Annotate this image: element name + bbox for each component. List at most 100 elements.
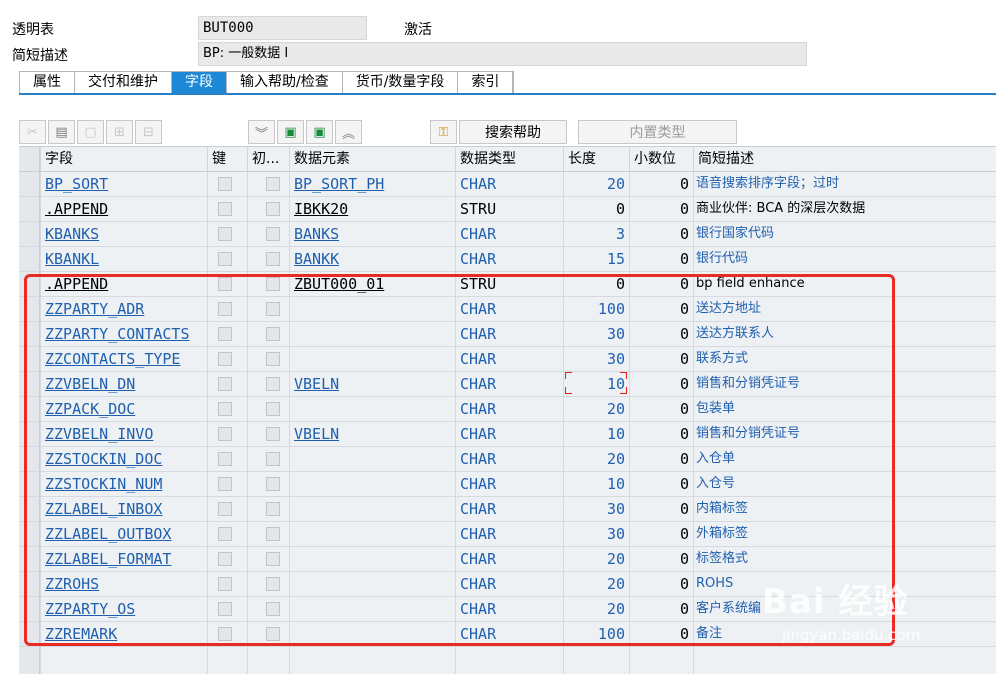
column-header-6[interactable]: 小数位 (629, 147, 693, 171)
data-element-link[interactable]: VBELN (289, 372, 455, 396)
key-checkbox[interactable] (218, 502, 232, 516)
decimals-cell[interactable]: 0 (629, 397, 693, 421)
table-row[interactable]: ZZSTOCKIN_DOC CHAR 20 0 入仓单 (19, 447, 996, 472)
data-type-cell[interactable]: CHAR (455, 597, 563, 621)
field-name-link[interactable]: KBANKL (40, 247, 207, 271)
data-type-cell[interactable]: CHAR (455, 397, 563, 421)
tab-2[interactable]: 字段 (172, 72, 227, 93)
field-name-link[interactable]: ZZPARTY_ADR (40, 297, 207, 321)
decimals-cell[interactable]: 0 (629, 172, 693, 196)
column-header-4[interactable]: 数据类型 (455, 147, 563, 171)
initial-values-checkbox[interactable] (266, 577, 280, 591)
row-selector[interactable] (19, 472, 40, 496)
initial-values-checkbox[interactable] (266, 552, 280, 566)
tab-0[interactable]: 属性 (20, 72, 75, 93)
field-name-link[interactable]: ZZLABEL_INBOX (40, 497, 207, 521)
table-name-field[interactable]: BUT000 (198, 16, 367, 40)
data-type-cell[interactable]: CHAR (455, 322, 563, 346)
data-element-link[interactable] (289, 497, 455, 521)
insert-row-icon[interactable]: ⊞ (106, 120, 133, 144)
key-checkbox[interactable] (218, 377, 232, 391)
length-cell[interactable]: 100 (563, 622, 629, 646)
move-up-icon[interactable]: ︽ (335, 120, 362, 144)
field-name-link[interactable]: ZZVBELN_DN (40, 372, 207, 396)
decimals-cell[interactable]: 0 (629, 622, 693, 646)
decimals-cell[interactable]: 0 (629, 372, 693, 396)
field-name-link[interactable]: ZZLABEL_FORMAT (40, 547, 207, 571)
decimals-cell[interactable]: 0 (629, 447, 693, 471)
data-element-link[interactable] (289, 347, 455, 371)
decimals-cell[interactable]: 0 (629, 597, 693, 621)
initial-values-checkbox[interactable] (266, 252, 280, 266)
table-row[interactable]: ZZLABEL_INBOX CHAR 30 0 内箱标签 (19, 497, 996, 522)
data-type-cell[interactable]: CHAR (455, 347, 563, 371)
row-selector[interactable] (19, 547, 40, 571)
row-selector[interactable] (19, 322, 40, 346)
cut-icon[interactable]: ✂ (19, 120, 46, 144)
key-checkbox[interactable] (218, 352, 232, 366)
table-row[interactable]: .APPEND ZBUT000_01 STRU 0 0 bp field enhance (19, 272, 996, 297)
table-row[interactable]: ZZPARTY_ADR CHAR 100 0 送达方地址 (19, 297, 996, 322)
decimals-cell[interactable]: 0 (629, 547, 693, 571)
field-name-link[interactable]: ZZSTOCKIN_DOC (40, 447, 207, 471)
field-name-link[interactable]: ZZPACK_DOC (40, 397, 207, 421)
initial-values-checkbox[interactable] (266, 402, 280, 416)
tab-3[interactable]: 输入帮助/检查 (227, 72, 343, 93)
table-row[interactable]: .APPEND IBKK20 STRU 0 0 商业伙伴: BCA 的深层次数据 (19, 197, 996, 222)
key-checkbox[interactable] (218, 477, 232, 491)
length-cell[interactable]: 20 (563, 397, 629, 421)
length-cell[interactable]: 20 (563, 447, 629, 471)
field-name-link[interactable]: ZZREMARK (40, 622, 207, 646)
data-type-cell[interactable]: CHAR (455, 497, 563, 521)
field-name-link[interactable]: ZZPARTY_CONTACTS (40, 322, 207, 346)
key-checkbox[interactable] (218, 252, 232, 266)
length-cell[interactable]: 20 (563, 572, 629, 596)
data-type-cell[interactable]: CHAR (455, 247, 563, 271)
table-row[interactable]: ZZCONTACTS_TYPE CHAR 30 0 联系方式 (19, 347, 996, 372)
new-entry-icon[interactable]: ▣ (277, 120, 304, 144)
initial-values-checkbox[interactable] (266, 627, 280, 641)
initial-values-checkbox[interactable] (266, 352, 280, 366)
data-type-cell[interactable]: CHAR (455, 547, 563, 571)
field-name-link[interactable]: BP_SORT (40, 172, 207, 196)
row-selector[interactable] (19, 522, 40, 546)
data-element-link[interactable] (289, 547, 455, 571)
column-header-5[interactable]: 长度 (563, 147, 629, 171)
length-cell[interactable]: 20 (563, 597, 629, 621)
data-element-link[interactable] (289, 572, 455, 596)
field-name-link[interactable]: ZZVBELN_INVO (40, 422, 207, 446)
data-element-link[interactable] (289, 447, 455, 471)
data-element-link[interactable]: BP_SORT_PH (289, 172, 455, 196)
field-name-link[interactable]: .APPEND (40, 197, 207, 221)
decimals-cell[interactable]: 0 (629, 572, 693, 596)
length-cell[interactable]: 0 (563, 272, 629, 296)
length-cell[interactable]: 30 (563, 322, 629, 346)
length-cell[interactable]: 20 (563, 547, 629, 571)
column-header-0[interactable]: 字段 (40, 147, 207, 171)
initial-values-checkbox[interactable] (266, 502, 280, 516)
data-element-link[interactable]: VBELN (289, 422, 455, 446)
decimals-cell[interactable]: 0 (629, 197, 693, 221)
decimals-cell[interactable]: 0 (629, 222, 693, 246)
table-row[interactable]: ZZPACK_DOC CHAR 20 0 包装单 (19, 397, 996, 422)
key-checkbox[interactable] (218, 602, 232, 616)
builtin-type-button[interactable]: 内置类型 (578, 120, 737, 144)
row-selector[interactable] (19, 572, 40, 596)
table-row[interactable]: ZZLABEL_OUTBOX CHAR 30 0 外箱标签 (19, 522, 996, 547)
row-selector[interactable] (19, 597, 40, 621)
initial-values-checkbox[interactable] (266, 202, 280, 216)
length-cell[interactable]: 30 (563, 522, 629, 546)
field-name-link[interactable]: ZZROHS (40, 572, 207, 596)
initial-values-checkbox[interactable] (266, 427, 280, 441)
header-row-selector[interactable] (19, 147, 40, 171)
initial-values-checkbox[interactable] (266, 327, 280, 341)
data-type-cell[interactable]: CHAR (455, 297, 563, 321)
field-name-link[interactable]: .APPEND (40, 272, 207, 296)
key-checkbox[interactable] (218, 302, 232, 316)
move-down-icon[interactable]: ︾ (248, 120, 275, 144)
delete-row-icon[interactable]: ⊟ (135, 120, 162, 144)
column-header-7[interactable]: 简短描述 (693, 147, 996, 171)
key-checkbox[interactable] (218, 277, 232, 291)
data-type-cell[interactable]: STRU (455, 197, 563, 221)
table-row[interactable]: ZZVBELN_INVO VBELN CHAR 10 0 销售和分销凭证号 (19, 422, 996, 447)
